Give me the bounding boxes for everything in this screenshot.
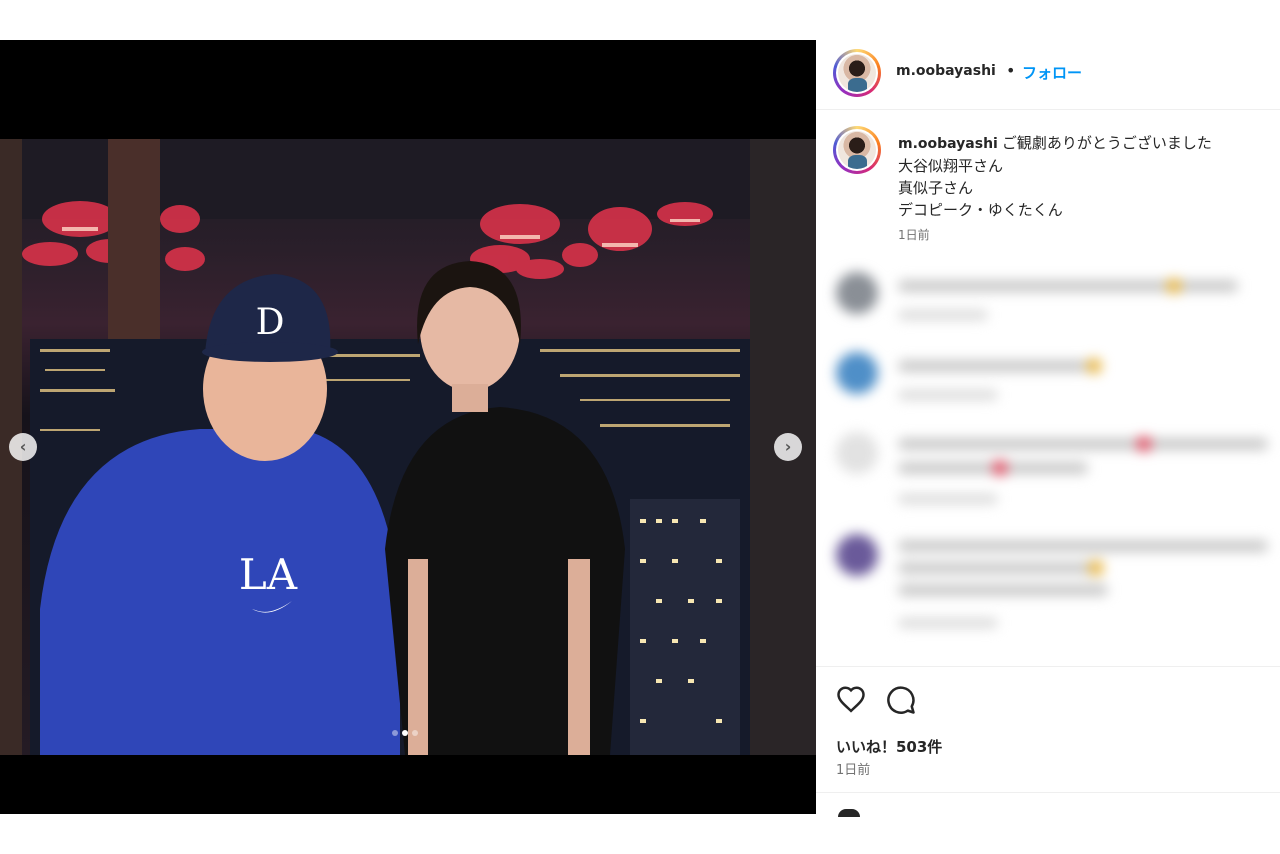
photo-scene: D LA [0,139,816,755]
avatar [836,432,878,474]
carousel-next-button[interactable]: › [774,433,802,461]
caption-avatar[interactable] [833,126,881,174]
caption-timestamp: 1日前 [898,228,930,242]
chevron-right-icon: › [784,437,792,456]
comment-bar [816,792,1280,817]
shirt-logo: LA [239,550,298,599]
caption-text: m.oobayashi ご観劇ありがとうございました 大谷似翔平さん 真似子さん … [898,132,1268,221]
chevron-left-icon: ‹ [19,437,27,456]
caption-line: デコピーク・ゆくたくん [898,201,1063,219]
avatar [836,272,878,314]
like-count[interactable]: いいね！503件 [836,736,942,757]
carousel-dot [412,730,418,736]
post-photo: D LA [0,139,816,755]
post-header: m.oobayashi • フォロー [816,40,1280,110]
caption-line: 真似子さん [898,179,974,197]
cap-logo: D [256,302,285,343]
avatar [836,352,878,394]
carousel-dot-active [402,730,408,736]
caption-line: 大谷似翔平さん [898,157,1004,175]
heart-icon[interactable] [836,685,866,717]
follow-button[interactable]: フォロー [1022,62,1082,83]
avatar [836,534,878,576]
separator-dot: • [1006,61,1016,80]
comment-bubble-icon[interactable] [886,685,916,719]
post-side-panel: m.oobayashi • フォロー m.oobayashi ご観劇ありがとうござ… [816,40,1280,817]
post-actions: いいね！503件 1日前 [816,666,1280,794]
header-username[interactable]: m.oobayashi [896,63,996,79]
emoji-icon[interactable] [838,809,860,817]
avatar[interactable] [833,49,881,97]
caption-line: ご観劇ありがとうございました [1001,134,1212,152]
person-right [385,261,625,755]
carousel-dots [392,730,418,736]
post-date: 1日前 [836,763,871,778]
post-media: D LA ‹ › [0,40,816,814]
carousel-dot [392,730,398,736]
carousel-prev-button[interactable]: ‹ [9,433,37,461]
comment-list [816,262,1280,642]
caption-username[interactable]: m.oobayashi [898,136,998,152]
